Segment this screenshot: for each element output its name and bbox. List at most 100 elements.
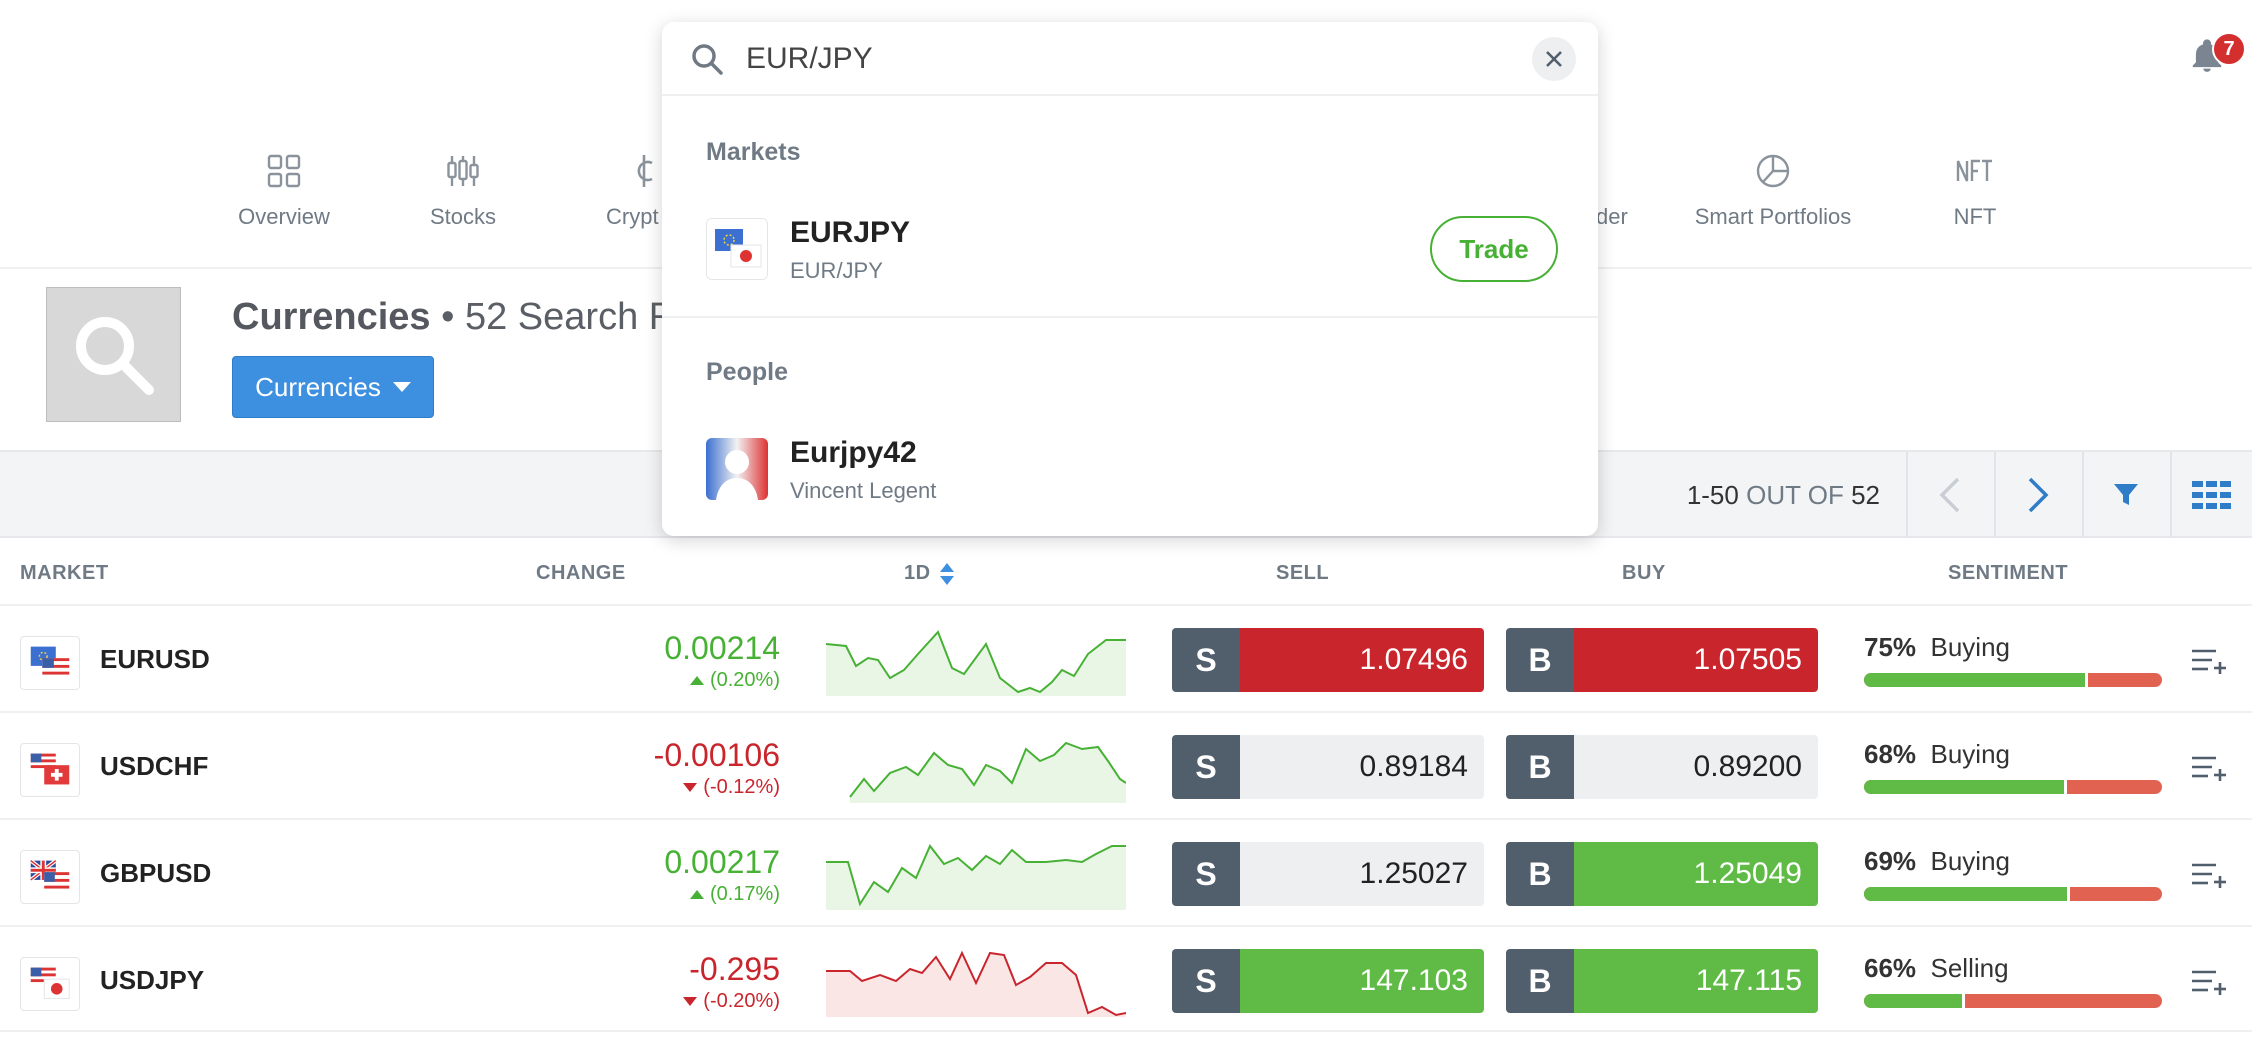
nav-item-smart-portfolios[interactable]: Smart Portfolios bbox=[1690, 150, 1856, 230]
sentiment-cell: 68% Buying bbox=[1864, 739, 2164, 794]
sell-label: S bbox=[1172, 628, 1240, 692]
sell-button[interactable]: S 1.25027 bbox=[1172, 842, 1484, 906]
nav-item-label: der bbox=[1596, 204, 1628, 229]
sentiment-bar bbox=[1864, 887, 2162, 901]
prev-page-button[interactable] bbox=[1906, 452, 1992, 538]
next-page-button[interactable] bbox=[1994, 452, 2080, 538]
sentiment-bar bbox=[1864, 673, 2162, 687]
market-symbol[interactable]: USDCHF bbox=[100, 751, 208, 782]
add-to-watchlist-icon[interactable] bbox=[2190, 967, 2228, 997]
buy-button[interactable]: B 0.89200 bbox=[1506, 735, 1818, 799]
column-header-period[interactable]: 1D bbox=[904, 562, 955, 585]
search-results-thumbnail bbox=[46, 287, 181, 422]
trade-button[interactable]: Trade bbox=[1430, 216, 1558, 282]
buy-button[interactable]: B 1.07505 bbox=[1506, 628, 1818, 692]
add-to-watchlist-icon[interactable] bbox=[2190, 753, 2228, 783]
flag-gbp-usd-icon bbox=[20, 850, 80, 904]
sell-label: S bbox=[1172, 735, 1240, 799]
sell-label: S bbox=[1172, 949, 1240, 1013]
notifications-button[interactable]: 7 bbox=[2188, 32, 2246, 80]
pie-chart-icon bbox=[1756, 154, 1790, 188]
change-percent: (-0.12%) bbox=[654, 776, 780, 799]
search-icon bbox=[692, 44, 723, 75]
search-bar bbox=[662, 22, 1598, 96]
change-value: 0.00214 bbox=[664, 630, 780, 666]
nft-icon bbox=[1956, 159, 1992, 182]
sparkline-chart bbox=[826, 630, 1126, 696]
page-title: Currencies • 52 Search Res bbox=[232, 296, 716, 339]
search-input[interactable] bbox=[746, 36, 1466, 82]
sell-button[interactable]: S 0.89184 bbox=[1172, 735, 1484, 799]
nav-item-label: NFT bbox=[1953, 204, 1997, 229]
column-header-market[interactable]: MARKET bbox=[20, 562, 109, 585]
buy-button[interactable]: B 1.25049 bbox=[1506, 842, 1818, 906]
buy-price: 1.07505 bbox=[1574, 628, 1818, 692]
filter-button[interactable] bbox=[2082, 452, 2168, 538]
sparkline-chart bbox=[826, 844, 1126, 910]
people-section-title: People bbox=[706, 358, 788, 386]
sell-button[interactable]: S 1.07496 bbox=[1172, 628, 1484, 692]
flag-usd-jpy-icon bbox=[20, 957, 80, 1011]
nav-item-overview[interactable]: Overview bbox=[234, 150, 334, 230]
buy-price: 1.25049 bbox=[1574, 842, 1818, 906]
sentiment-cell: 75% Buying bbox=[1864, 632, 2164, 687]
change-percent-text: (0.17%) bbox=[709, 883, 780, 905]
sort-icon bbox=[939, 562, 954, 585]
sentiment-percent: 68% bbox=[1864, 739, 1917, 769]
pager-total: 52 bbox=[1851, 480, 1880, 510]
sentiment-label: Buying bbox=[1930, 846, 2011, 876]
nav-item-nft[interactable]: NFT bbox=[1950, 150, 2000, 230]
table-row[interactable]: USDJPY -0.295 (-0.20%) S 147.103 B 147.1… bbox=[0, 925, 2252, 1032]
nav-item-crypto[interactable]: Crypt bbox=[606, 150, 666, 230]
sentiment-percent: 75% bbox=[1864, 632, 1917, 662]
table-row[interactable]: GBPUSD 0.00217 (0.17%) S 1.25027 B 1.250… bbox=[0, 818, 2252, 925]
pager-summary: 1-50 OUT OF 52 bbox=[1687, 480, 1880, 511]
sentiment-bar bbox=[1864, 994, 2162, 1008]
period-label: 1D bbox=[904, 562, 931, 584]
clear-search-button[interactable] bbox=[1532, 37, 1576, 81]
category-dropdown-button[interactable]: Currencies bbox=[232, 356, 434, 418]
market-result-symbol[interactable]: EURJPY bbox=[790, 216, 910, 250]
sentiment-label: Buying bbox=[1930, 739, 2011, 769]
market-symbol[interactable]: EURUSD bbox=[100, 644, 210, 675]
add-to-watchlist-icon[interactable] bbox=[2190, 646, 2228, 676]
sentiment-bar-fill bbox=[1864, 780, 2067, 794]
nav-item-label: Smart Portfolios bbox=[1694, 204, 1852, 229]
sentiment-cell: 66% Selling bbox=[1864, 953, 2164, 1008]
add-to-watchlist-icon[interactable] bbox=[2190, 860, 2228, 890]
table-row[interactable]: USDCHF -0.00106 (-0.12%) S 0.89184 B 0.8… bbox=[0, 711, 2252, 818]
buy-button[interactable]: B 147.115 bbox=[1506, 949, 1818, 1013]
person-result-fullname: Vincent Legent bbox=[790, 478, 937, 503]
sell-price: 0.89184 bbox=[1240, 735, 1484, 799]
nav-item-copytrader[interactable]: der bbox=[1596, 150, 1636, 230]
grid-view-button[interactable] bbox=[2170, 452, 2252, 538]
arrow-up-icon bbox=[689, 676, 704, 685]
category-dropdown-label: Currencies bbox=[255, 371, 381, 402]
sentiment-percent: 69% bbox=[1864, 846, 1917, 876]
candlestick-icon bbox=[447, 156, 479, 186]
sentiment-label: Buying bbox=[1930, 632, 2011, 662]
column-header-change[interactable]: CHANGE bbox=[536, 562, 626, 585]
column-header-sentiment[interactable]: SENTIMENT bbox=[1948, 562, 2068, 585]
nav-item-label: Overview bbox=[238, 204, 330, 229]
person-result-username[interactable]: Eurjpy42 bbox=[790, 436, 917, 470]
change-cell: -0.00106 (-0.12%) bbox=[654, 737, 780, 799]
sell-button[interactable]: S 147.103 bbox=[1172, 949, 1484, 1013]
nav-item-stocks[interactable]: Stocks bbox=[418, 150, 508, 230]
pager-range: 1-50 bbox=[1686, 480, 1739, 510]
column-header-sell[interactable]: SELL bbox=[1276, 562, 1329, 585]
sell-price: 147.103 bbox=[1240, 949, 1484, 1013]
market-symbol[interactable]: USDJPY bbox=[100, 965, 204, 996]
buy-label: B bbox=[1506, 628, 1574, 692]
grid-icon bbox=[267, 154, 301, 188]
change-cell: 0.00214 (0.20%) bbox=[664, 630, 780, 692]
markets-section-title: Markets bbox=[706, 138, 801, 166]
sparkline-chart bbox=[826, 950, 1126, 1017]
sell-label: S bbox=[1172, 842, 1240, 906]
notification-count-badge: 7 bbox=[2212, 32, 2246, 66]
sentiment-bar-fill bbox=[1864, 673, 2088, 687]
market-symbol[interactable]: GBPUSD bbox=[100, 858, 211, 889]
chevron-left-icon bbox=[1939, 477, 1960, 513]
column-header-buy[interactable]: BUY bbox=[1622, 562, 1666, 585]
table-row[interactable]: EURUSD 0.00214 (0.20%) S 1.07496 B 1.075… bbox=[0, 604, 2252, 711]
